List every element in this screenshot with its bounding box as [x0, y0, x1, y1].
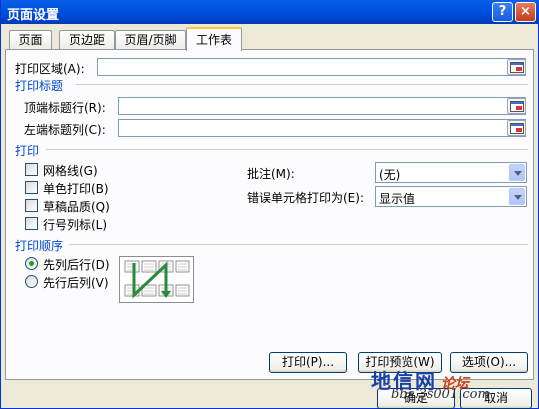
left-cols-collapse-button[interactable] [507, 120, 526, 136]
order-heading: 打印顺序 [15, 239, 64, 253]
tab-margins[interactable]: 页边距 [59, 30, 115, 50]
divider [76, 84, 528, 85]
gridlines-checkbox[interactable] [25, 163, 38, 176]
close-button[interactable]: × [515, 2, 536, 22]
tab-header-footer[interactable]: 页眉/页脚 [115, 30, 186, 50]
errors-label: 错误单元格打印为(E): [247, 191, 364, 205]
tab-sheet[interactable]: 工作表 [186, 27, 242, 51]
help-button[interactable]: ? [492, 2, 513, 22]
left-cols-label: 左端标题列(C): [24, 123, 106, 137]
black-white-checkbox[interactable] [25, 181, 38, 194]
comments-value: (无) [379, 168, 401, 182]
print-area-label: 打印区域(A): [15, 62, 85, 76]
divider [46, 149, 528, 150]
print-button[interactable]: 打印(P)... [269, 352, 347, 373]
tab-sheet-label: 工作表 [195, 33, 232, 47]
page-setup-dialog: 页面设置 ? × 页面 页边距 页眉/页脚 工作表 打印区域(A): 打印标题 … [0, 0, 539, 409]
gridlines-label: 网格线(G) [43, 164, 98, 178]
black-white-label: 单色打印(B) [43, 182, 109, 196]
tab-page[interactable]: 页面 [9, 30, 52, 50]
divider [69, 244, 528, 245]
range-select-icon [510, 62, 524, 73]
range-select-icon [510, 101, 524, 112]
watermark-url: bbs.3s001.com [391, 387, 490, 402]
errors-select[interactable]: 显示值 [375, 186, 527, 207]
range-select-icon [510, 123, 524, 134]
print-titles-heading: 打印标题 [15, 79, 64, 93]
tab-margins-label: 页边距 [68, 33, 105, 47]
comments-label: 批注(M): [247, 167, 295, 181]
page-order-icon [124, 260, 190, 299]
draft-quality-checkbox[interactable] [25, 199, 38, 212]
tab-header-footer-label: 页眉/页脚 [124, 33, 177, 47]
down-then-over-label: 先列后行(D) [43, 258, 110, 272]
print-heading: 打印 [15, 144, 40, 158]
over-then-down-label: 先行后列(V) [43, 276, 109, 290]
print-area-collapse-button[interactable] [507, 59, 526, 75]
print-area-input[interactable] [97, 58, 526, 76]
errors-value: 显示值 [379, 192, 416, 206]
left-cols-input[interactable] [118, 119, 526, 137]
row-col-headings-label: 行号列标(L) [43, 218, 108, 232]
top-rows-collapse-button[interactable] [507, 98, 526, 114]
draft-quality-label: 草稿品质(Q) [43, 200, 110, 214]
chevron-down-icon[interactable] [509, 164, 525, 181]
top-rows-label: 顶端标题行(R): [24, 101, 106, 115]
chevron-down-icon[interactable] [509, 188, 525, 205]
sheet-panel: 打印区域(A): 打印标题 顶端标题行(R): 左端标题列(C): 打印 网格线… [5, 49, 534, 380]
row-col-headings-checkbox[interactable] [25, 217, 38, 230]
over-then-down-radio[interactable] [25, 275, 38, 288]
watermark: 地信网 论坛 bbs.3s001.com [371, 365, 490, 402]
title-bar[interactable]: 页面设置 ? × [1, 0, 539, 24]
page-order-preview-image [119, 256, 194, 303]
down-then-over-radio[interactable] [25, 257, 38, 270]
dialog-title: 页面设置 [7, 8, 60, 23]
tab-page-label: 页面 [18, 33, 43, 47]
comments-select[interactable]: (无) [375, 162, 527, 183]
top-rows-input[interactable] [118, 97, 526, 115]
